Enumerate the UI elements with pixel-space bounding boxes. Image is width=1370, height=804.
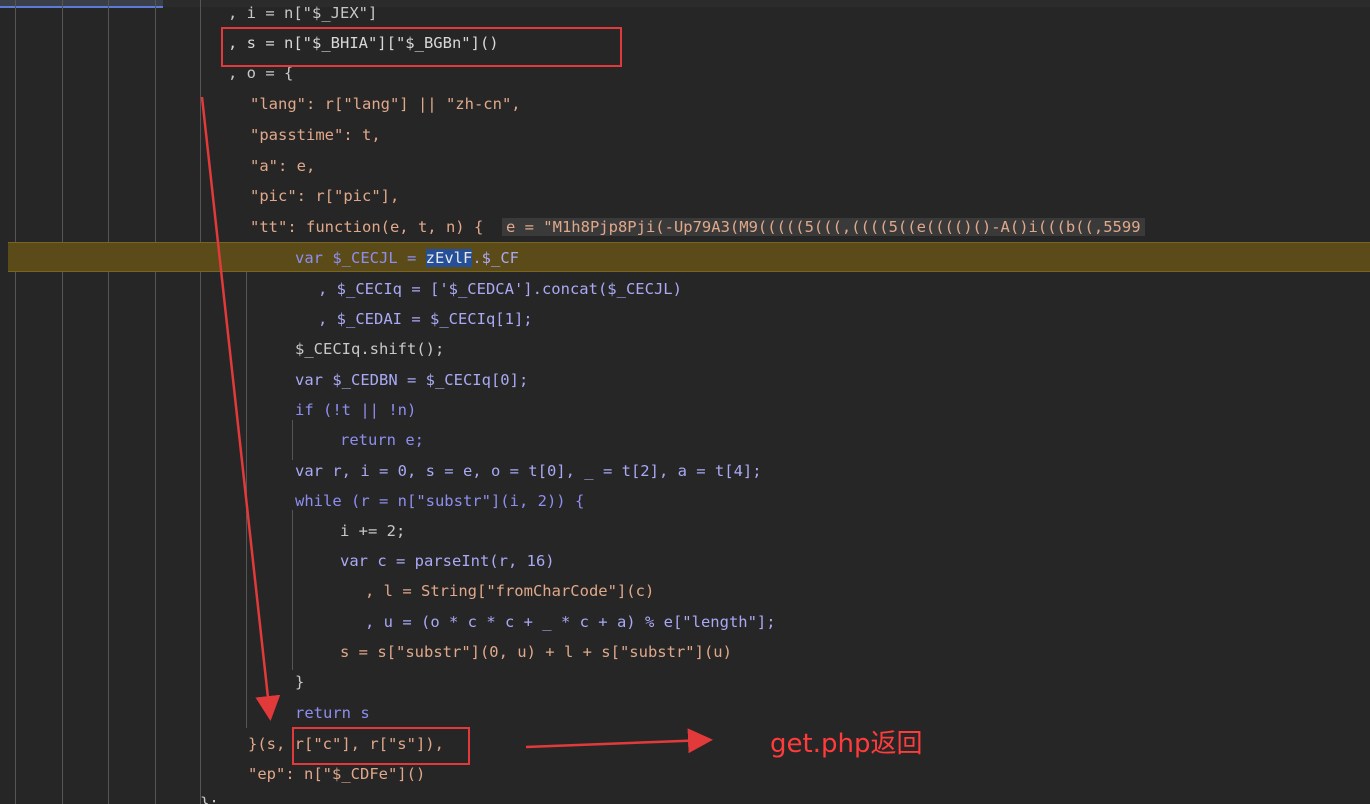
annotation-label: get.php返回 xyxy=(770,729,923,759)
arrow-right xyxy=(525,728,713,754)
annotation-arrows xyxy=(200,96,713,754)
arrow-down xyxy=(200,96,281,721)
